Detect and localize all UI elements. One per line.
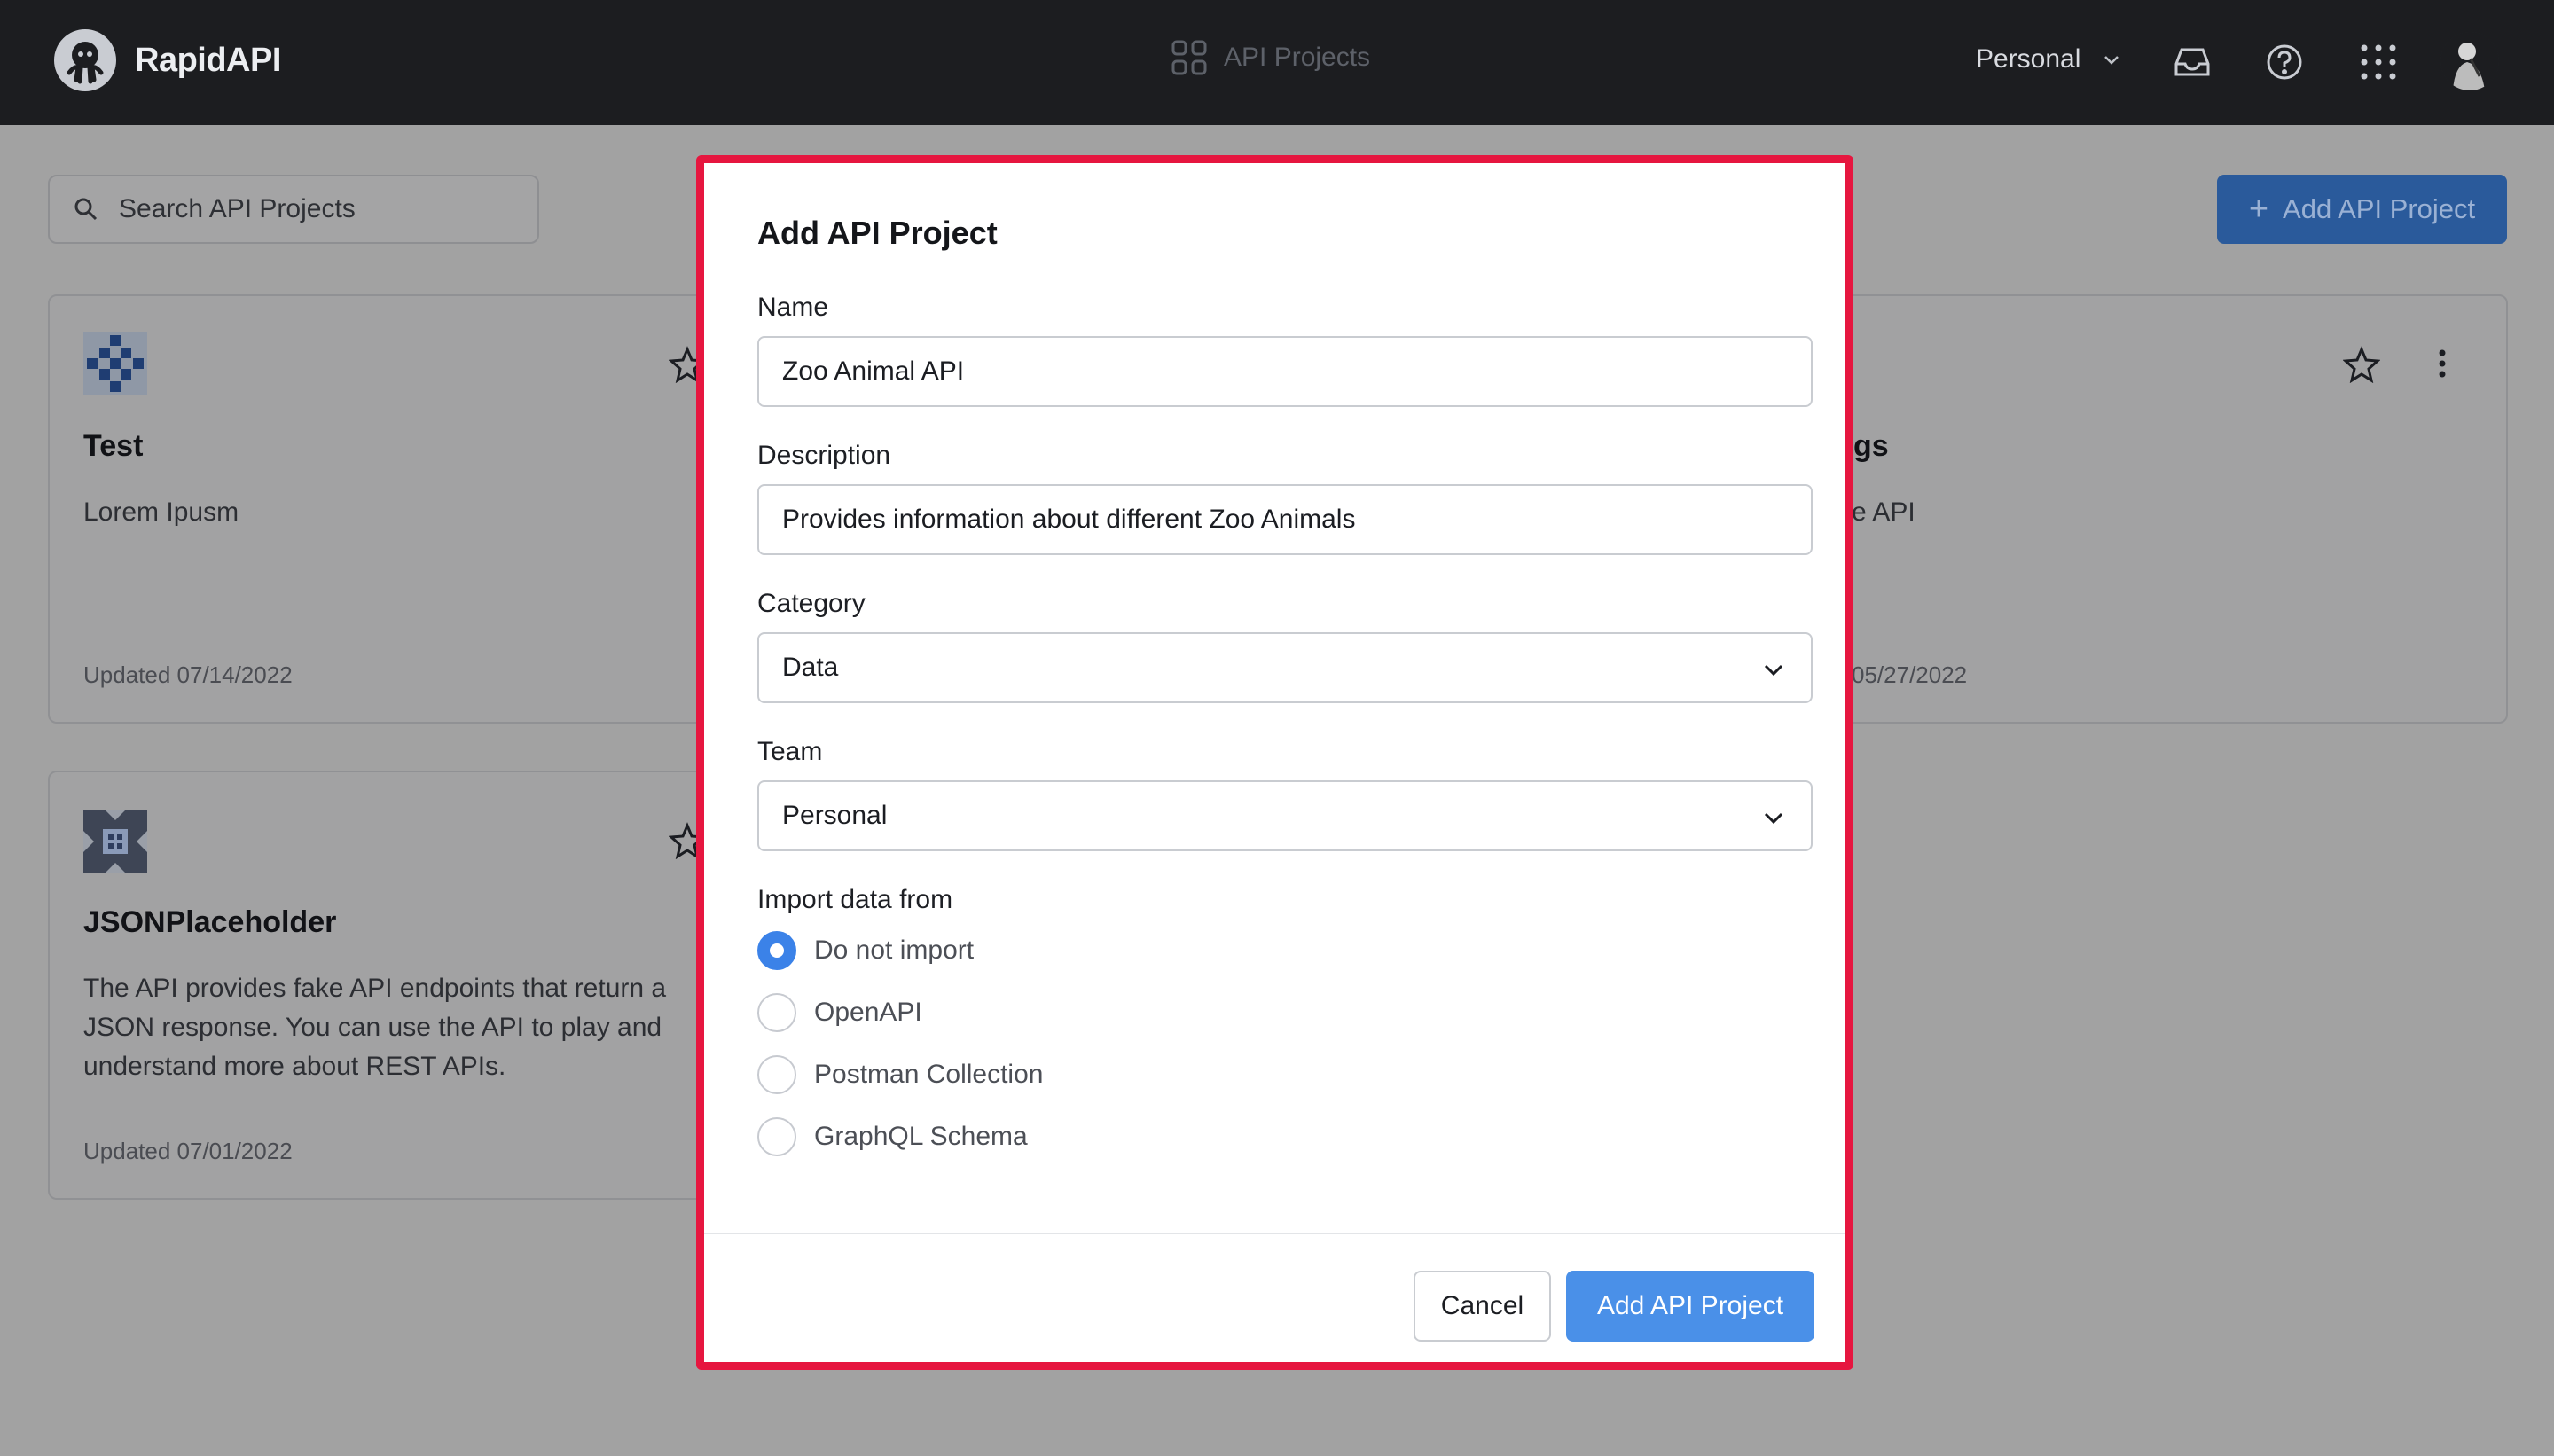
category-label: Category bbox=[757, 589, 866, 618]
card-description-line: understand more about REST APIs. bbox=[83, 1052, 506, 1081]
cancel-button[interactable]: Cancel bbox=[1414, 1271, 1551, 1342]
add-api-project-dialog: Add API Project Name Zoo Animal API Desc… bbox=[696, 155, 1853, 1370]
chevron-down-icon bbox=[2104, 56, 2119, 65]
user-avatar[interactable] bbox=[2440, 32, 2499, 90]
project-pattern-icon bbox=[83, 810, 147, 873]
top-navbar: RapidAPI API Projects Personal bbox=[0, 0, 2554, 125]
rapidapi-logo[interactable]: RapidAPI bbox=[53, 28, 281, 92]
card-title: JSONPlaceholder bbox=[83, 905, 337, 939]
plus-icon: + bbox=[2248, 191, 2269, 228]
grid-squares-icon bbox=[1171, 40, 1207, 75]
team-select[interactable]: Personal bbox=[757, 780, 1813, 851]
import-option-label: Postman Collection bbox=[814, 1060, 1044, 1089]
radio-dot bbox=[770, 943, 784, 958]
project-card[interactable]: Test Lorem Ipusm Updated 07/14/2022 bbox=[48, 294, 757, 724]
chevron-down-icon bbox=[1764, 664, 1783, 677]
radio-button[interactable] bbox=[757, 993, 796, 1032]
chevron-down-icon bbox=[1764, 812, 1783, 825]
import-option-graphql[interactable]: GraphQL Schema bbox=[757, 1117, 1028, 1156]
name-field-value: Zoo Animal API bbox=[782, 356, 965, 386]
card-description: Lorem Ipusm bbox=[83, 497, 239, 527]
help-icon[interactable] bbox=[2263, 41, 2306, 83]
search-placeholder: Search API Projects bbox=[119, 194, 356, 223]
dialog-title: Add API Project bbox=[757, 215, 998, 251]
team-switcher[interactable]: Personal bbox=[1976, 44, 2180, 74]
rapidapi-logo-icon bbox=[54, 29, 116, 91]
add-api-project-label: Add API Project bbox=[2283, 193, 2476, 224]
card-description-line: JSON response. You can use the API to pl… bbox=[83, 1013, 662, 1042]
description-field[interactable]: Provides information about different Zoo… bbox=[757, 484, 1813, 555]
team-select-value: Personal bbox=[782, 801, 888, 830]
star-icon[interactable] bbox=[2343, 346, 2380, 383]
description-label: Description bbox=[757, 441, 891, 470]
card-description-line: The API provides fake API endpoints that… bbox=[83, 974, 667, 1003]
search-input[interactable]: Search API Projects bbox=[48, 175, 539, 244]
import-option-label: Do not import bbox=[814, 935, 975, 965]
import-option-do-not-import[interactable]: Do not import bbox=[757, 931, 974, 970]
card-updated: 05/27/2022 bbox=[1852, 661, 1968, 688]
import-option-label: OpenAPI bbox=[814, 998, 922, 1027]
card-title: gs bbox=[1853, 429, 1889, 463]
add-api-project-submit-button[interactable]: Add API Project bbox=[1566, 1271, 1814, 1342]
dialog-footer-divider bbox=[704, 1233, 1845, 1234]
radio-button[interactable] bbox=[757, 1117, 796, 1156]
api-projects-label: API Projects bbox=[1224, 43, 1371, 72]
radio-button[interactable] bbox=[757, 931, 796, 970]
api-projects-nav[interactable]: API Projects bbox=[1171, 39, 1370, 76]
category-select[interactable]: Data bbox=[757, 632, 1813, 703]
project-card[interactable]: JSONPlaceholder The API provides fake AP… bbox=[48, 771, 757, 1200]
user-avatar-image bbox=[2440, 32, 2499, 90]
import-option-openapi[interactable]: OpenAPI bbox=[757, 993, 922, 1032]
name-label: Name bbox=[757, 293, 829, 322]
card-description: The API provides fake API endpoints that… bbox=[83, 969, 740, 1086]
team-switcher-label: Personal bbox=[1976, 44, 2081, 74]
card-title: Test bbox=[83, 429, 144, 463]
card-updated: Updated 07/14/2022 bbox=[83, 661, 293, 688]
team-label: Team bbox=[757, 737, 823, 766]
inbox-icon[interactable] bbox=[2171, 41, 2213, 83]
card-description: e API bbox=[1852, 497, 1916, 527]
name-field[interactable]: Zoo Animal API bbox=[757, 336, 1813, 407]
apps-grid-icon[interactable] bbox=[2357, 41, 2400, 83]
add-api-project-button[interactable]: + Add API Project bbox=[2217, 175, 2507, 244]
card-updated: Updated 07/01/2022 bbox=[83, 1138, 293, 1164]
description-field-value: Provides information about different Zoo… bbox=[782, 505, 1356, 534]
project-card[interactable]: gs e API 05/27/2022 bbox=[1791, 294, 2508, 724]
category-select-value: Data bbox=[782, 653, 839, 682]
import-option-label: GraphQL Schema bbox=[814, 1122, 1028, 1151]
project-pattern-icon bbox=[83, 332, 147, 395]
search-icon bbox=[74, 198, 98, 221]
more-options-icon[interactable] bbox=[2433, 346, 2451, 381]
import-option-postman[interactable]: Postman Collection bbox=[757, 1055, 1043, 1094]
page: RapidAPI API Projects Personal Search AP… bbox=[0, 0, 2554, 1456]
radio-button[interactable] bbox=[757, 1055, 796, 1094]
import-label: Import data from bbox=[757, 885, 953, 914]
app-name: RapidAPI bbox=[135, 41, 281, 79]
